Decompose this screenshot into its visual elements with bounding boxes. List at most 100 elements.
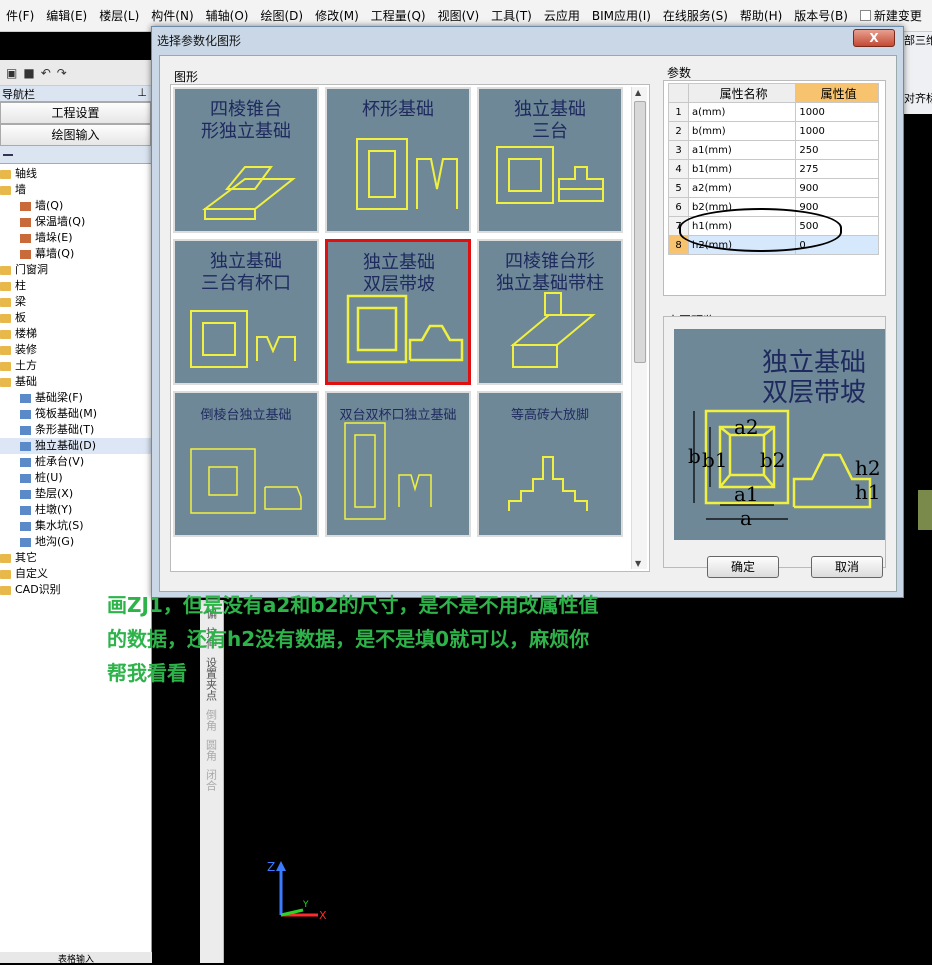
tree-item[interactable]: 柱墩(Y) (0, 502, 151, 518)
tree-item[interactable]: 轴线 (0, 166, 151, 182)
tree-item[interactable]: 条形基础(T) (0, 422, 151, 438)
tree-item[interactable]: 梁 (0, 294, 151, 310)
project-settings-button[interactable]: 工程设置 (0, 102, 151, 124)
tree-item[interactable]: 基础梁(F) (0, 390, 151, 406)
shape-tile[interactable]: 倒棱台独立基础 (173, 391, 319, 537)
tree-item[interactable]: 基础 (0, 374, 151, 390)
redo-icon[interactable]: ↷ (57, 66, 67, 80)
menu-item[interactable]: 帮助(H) (734, 7, 788, 24)
shape-drawing (346, 294, 464, 364)
component-icon (20, 425, 31, 435)
menu-item[interactable]: 视图(V) (432, 7, 486, 24)
tree-item[interactable]: 装修 (0, 342, 151, 358)
tree-item[interactable]: 自定义 (0, 566, 151, 582)
undo-icon[interactable]: ↶ (41, 66, 51, 80)
menu-item[interactable]: 工程量(Q) (365, 7, 432, 24)
tree-item[interactable]: 门窗洞 (0, 262, 151, 278)
tree-item[interactable]: 桩承台(V) (0, 454, 151, 470)
tree-item[interactable]: 土方 (0, 358, 151, 374)
tree-item[interactable]: 独立基础(D) (0, 438, 151, 454)
param-row[interactable]: 1 a(mm) 1000 (668, 102, 879, 122)
shape-tile[interactable]: 四棱锥台 形独立基础 (173, 87, 319, 233)
shape-tile[interactable]: 杯形基础 (325, 87, 471, 233)
close-button[interactable]: X (853, 29, 895, 47)
shape-tile[interactable]: 独立基础 三台 (477, 87, 623, 233)
new-change-button[interactable]: 新建变更 (854, 7, 928, 24)
param-value[interactable]: 1000 (795, 121, 879, 141)
tree-item[interactable]: 保温墙(Q) (0, 214, 151, 230)
menu-item[interactable]: 辅轴(O) (200, 7, 255, 24)
shape-tile[interactable]: 独立基础 三台有杯口 (173, 239, 319, 385)
param-value[interactable]: 275 (795, 159, 879, 179)
menu-item[interactable]: 云应用 (538, 7, 586, 24)
shape-tile[interactable]: 等高砖大放脚 (477, 391, 623, 537)
tree-item-label: 桩(U) (35, 471, 63, 484)
shape-tile[interactable]: 四棱锥台形 独立基础带柱 (477, 239, 623, 385)
shapes-list: 四棱锥台 形独立基础 杯形基础 独立基础 三台独立基础 三台有杯口 独立基础 双层带坡 四棱锥台… (170, 84, 650, 572)
tree-item[interactable]: 楼梯 (0, 326, 151, 342)
tree-item[interactable]: 桩(U) (0, 470, 151, 486)
param-value[interactable]: 900 (795, 178, 879, 198)
document-icon (859, 10, 871, 21)
toolbar-3d-button[interactable]: 部三维 (904, 32, 932, 90)
toolbar-align-button[interactable]: 对齐标 (904, 90, 932, 114)
scroll-thumb[interactable] (634, 101, 646, 363)
tree-item-label: 筏板基础(M) (35, 407, 98, 420)
menu-item[interactable]: 楼层(L) (93, 7, 145, 24)
axis-y-label: Y (302, 900, 309, 910)
param-index: 2 (668, 121, 689, 141)
menu-item[interactable]: 构件(N) (145, 7, 199, 24)
tree-item[interactable]: 垫层(X) (0, 486, 151, 502)
scroll-up-icon[interactable]: ▲ (635, 88, 641, 97)
cancel-button[interactable]: 取消 (811, 556, 883, 578)
menu-item[interactable]: 工具(T) (485, 7, 538, 24)
modify-tool[interactable]: 闭合 (205, 769, 219, 791)
ok-button[interactable]: 确定 (707, 556, 779, 578)
shape-tile[interactable]: 独立基础 双层带坡 (325, 239, 471, 385)
modify-tool[interactable]: 倒角 (205, 709, 219, 731)
param-value[interactable]: 1000 (795, 102, 879, 122)
shape-tile[interactable]: 双台双杯口独立基础 (325, 391, 471, 537)
menu-item[interactable]: BIM应用(I) (586, 7, 657, 24)
param-row[interactable]: 2 b(mm) 1000 (668, 121, 879, 141)
preview-dim-b1: b1 (702, 448, 728, 472)
preview-dim-h2: h2 (855, 456, 881, 480)
tree-item[interactable]: 墙(Q) (0, 198, 151, 214)
tree-item-label: 楼梯 (15, 327, 37, 340)
menu-item[interactable]: 绘图(D) (254, 7, 309, 24)
shapes-scrollbar[interactable]: ▲ ▼ (631, 87, 647, 569)
preview-title-1: 独立基础 (762, 348, 866, 378)
collapse-icon[interactable] (0, 146, 151, 164)
tree-item-label: 柱 (15, 279, 26, 292)
param-name: b(mm) (687, 121, 797, 141)
tree-item[interactable]: 幕墙(Q) (0, 246, 151, 262)
tree-item[interactable]: 板 (0, 310, 151, 326)
tree-item[interactable]: 集水坑(S) (0, 518, 151, 534)
preview-panel: 独立基础 双层带坡 b b1 a2 b2 a1 a h2 h1 (663, 316, 886, 568)
open-icon[interactable]: ▣ (6, 66, 17, 80)
save-icon[interactable]: ■ (23, 66, 34, 80)
tree-item[interactable]: 墙垛(E) (0, 230, 151, 246)
param-row[interactable]: 3 a1(mm) 250 (668, 140, 879, 160)
pin-icon[interactable]: ⊥ (137, 86, 147, 101)
menu-item[interactable]: 编辑(E) (40, 7, 93, 24)
menu-item[interactable]: 修改(M) (309, 7, 365, 24)
menu-item[interactable]: 版本号(B) (788, 7, 854, 24)
tree-item[interactable]: 筏板基础(M) (0, 406, 151, 422)
tree-item[interactable]: 柱 (0, 278, 151, 294)
guangxiao-button[interactable]: 广小二 (928, 7, 932, 24)
menu-item[interactable]: 在线服务(S) (657, 7, 734, 24)
param-row[interactable]: 4 b1(mm) 275 (668, 159, 879, 179)
param-value[interactable]: 250 (795, 140, 879, 160)
menu-item[interactable]: 件(F) (0, 7, 40, 24)
draw-input-button[interactable]: 绘图输入 (0, 124, 151, 146)
tree-item-label: 墙(Q) (35, 199, 64, 212)
tree-item-label: 集水坑(S) (35, 519, 84, 532)
tree-item[interactable]: 墙 (0, 182, 151, 198)
scroll-down-icon[interactable]: ▼ (635, 559, 641, 568)
tree-item[interactable]: 地沟(G) (0, 534, 151, 550)
modify-tool[interactable]: 圆角 (205, 739, 219, 761)
tree-item[interactable]: 其它 (0, 550, 151, 566)
param-row[interactable]: 5 a2(mm) 900 (668, 178, 879, 198)
table-input-button[interactable]: 表格输入 (0, 952, 152, 965)
